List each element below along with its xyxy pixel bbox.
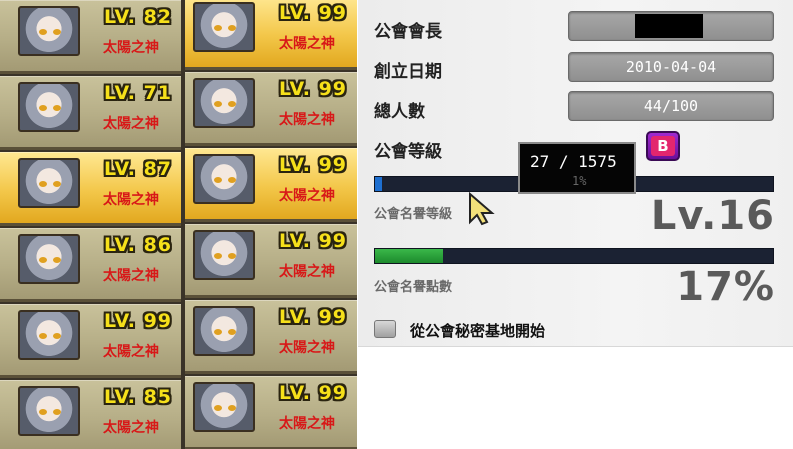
member-title: 太陽之神	[103, 116, 159, 132]
member-card[interactable]: LV. 99 太陽之神	[185, 300, 357, 374]
start-from-base-checkbox[interactable]	[374, 320, 396, 338]
member-card[interactable]: LV. 99 太陽之神	[185, 72, 357, 146]
member-level: LV. 71	[104, 82, 173, 104]
member-card[interactable]: LV. 99 太陽之神	[185, 376, 357, 449]
guild-grade-label: 公會等級	[374, 142, 442, 162]
member-title: 太陽之神	[279, 340, 335, 356]
member-level: LV. 87	[104, 158, 173, 180]
reputation-points-value: 17%	[676, 264, 775, 310]
member-card[interactable]: LV. 87 太陽之神	[0, 152, 181, 226]
character-portrait	[18, 158, 80, 208]
reputation-points-label: 公會名譽點數	[374, 280, 453, 295]
character-portrait	[193, 306, 255, 356]
reputation-fill	[375, 249, 443, 263]
member-level: LV. 99	[104, 310, 173, 332]
member-level: LV. 99	[279, 306, 348, 328]
founded-date-field: 2010-04-04	[568, 52, 774, 82]
exp-tooltip-text: 27 / 1575	[530, 152, 617, 171]
character-portrait	[18, 234, 80, 284]
member-title: 太陽之神	[103, 420, 159, 436]
member-card[interactable]: LV. 99 太陽之神	[185, 0, 357, 70]
member-level: LV. 85	[104, 386, 173, 408]
mouse-cursor-icon	[469, 192, 495, 226]
exp-tooltip: 27 / 1575 1%	[518, 142, 636, 194]
member-title: 太陽之神	[279, 264, 335, 280]
character-portrait	[193, 78, 255, 128]
founded-date-label: 創立日期	[374, 62, 442, 82]
member-level: LV. 82	[104, 6, 173, 28]
member-level: LV. 99	[279, 78, 348, 100]
character-portrait	[193, 230, 255, 280]
character-portrait	[18, 386, 80, 436]
character-portrait	[193, 154, 255, 204]
member-card[interactable]: LV. 99 太陽之神	[0, 304, 181, 378]
member-card[interactable]: LV. 86 太陽之神	[0, 228, 181, 302]
member-level: LV. 99	[279, 154, 348, 176]
guild-info-panel: 公會會長 創立日期 2010-04-04 總人數 44/100 公會等級 B 公…	[358, 0, 793, 347]
character-portrait	[18, 310, 80, 360]
character-portrait	[193, 382, 255, 432]
member-level: LV. 99	[279, 230, 348, 252]
character-portrait	[193, 2, 255, 52]
member-count-field: 44/100	[568, 91, 774, 121]
member-count-label: 總人數	[374, 102, 425, 122]
member-title: 太陽之神	[279, 416, 335, 432]
member-title: 太陽之神	[279, 36, 335, 52]
reputation-bar	[374, 248, 774, 264]
member-card[interactable]: LV. 85 太陽之神	[0, 380, 181, 449]
character-portrait	[18, 6, 80, 56]
member-card[interactable]: LV. 82 太陽之神	[0, 0, 181, 74]
reputation-level-value: Lv.16	[650, 193, 775, 239]
exp-tooltip-percent: 1%	[572, 174, 587, 188]
member-title: 太陽之神	[103, 344, 159, 360]
member-card[interactable]: LV. 99 太陽之神	[185, 148, 357, 222]
member-level: LV. 99	[279, 382, 348, 404]
member-title: 太陽之神	[279, 112, 335, 128]
member-title: 太陽之神	[279, 188, 335, 204]
guild-grade-badge: B	[646, 131, 680, 161]
member-title: 太陽之神	[103, 268, 159, 284]
guild-exp-fill	[375, 177, 382, 191]
reputation-level-label: 公會名譽等級	[374, 207, 453, 222]
member-title: 太陽之神	[103, 40, 159, 56]
member-title: 太陽之神	[103, 192, 159, 208]
character-portrait	[18, 82, 80, 132]
guild-leader-label: 公會會長	[374, 22, 442, 42]
member-card[interactable]: LV. 71 太陽之神	[0, 76, 181, 150]
member-level: LV. 86	[104, 234, 173, 256]
redacted-name-block	[635, 14, 703, 38]
member-level: LV. 99	[279, 2, 348, 24]
guild-member-list: LV. 82 太陽之神 LV. 71 太陽之神 LV. 87 太陽之神 LV. 86 太陽之神…	[0, 0, 357, 449]
grade-letter: B	[651, 136, 675, 156]
start-from-base-label[interactable]: 從公會秘密基地開始	[410, 320, 545, 341]
guild-leader-field	[568, 11, 774, 41]
member-card[interactable]: LV. 99 太陽之神	[185, 224, 357, 298]
